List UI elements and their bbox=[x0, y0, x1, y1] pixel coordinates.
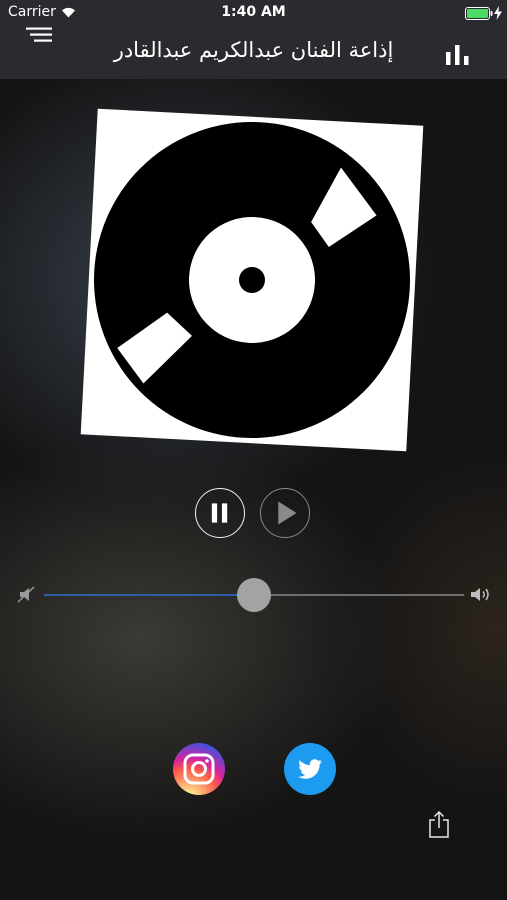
volume-control bbox=[0, 576, 507, 612]
charging-icon bbox=[494, 6, 502, 20]
album-artwork bbox=[80, 108, 424, 452]
volume-slider[interactable] bbox=[44, 578, 464, 612]
page-title: إذاعة الفنان عبدالكريم عبدالقادر bbox=[113, 38, 394, 62]
play-button[interactable] bbox=[260, 488, 310, 538]
battery-icon bbox=[465, 7, 493, 20]
share-icon[interactable] bbox=[427, 810, 451, 839]
status-bar: Carrier 1:40 AM bbox=[0, 0, 507, 26]
volume-slider-thumb[interactable] bbox=[237, 578, 271, 612]
volume-slider-fill bbox=[44, 594, 254, 596]
play-icon bbox=[278, 501, 297, 525]
pause-button[interactable] bbox=[195, 488, 245, 538]
volume-mute-icon bbox=[17, 586, 35, 603]
volume-loud-icon bbox=[471, 588, 489, 601]
bar-chart-icon[interactable] bbox=[445, 44, 471, 66]
twitter-button[interactable] bbox=[284, 743, 336, 795]
twitter-icon bbox=[298, 759, 322, 779]
instagram-button[interactable] bbox=[173, 743, 225, 795]
pause-icon bbox=[211, 503, 228, 523]
playback-controls bbox=[0, 488, 507, 542]
instagram-icon bbox=[183, 753, 215, 785]
navigation-bar: إذاعة الفنان عبدالكريم عبدالقادر bbox=[0, 26, 507, 79]
status-time: 1:40 AM bbox=[221, 4, 286, 20]
vinyl-record-icon bbox=[93, 121, 410, 438]
